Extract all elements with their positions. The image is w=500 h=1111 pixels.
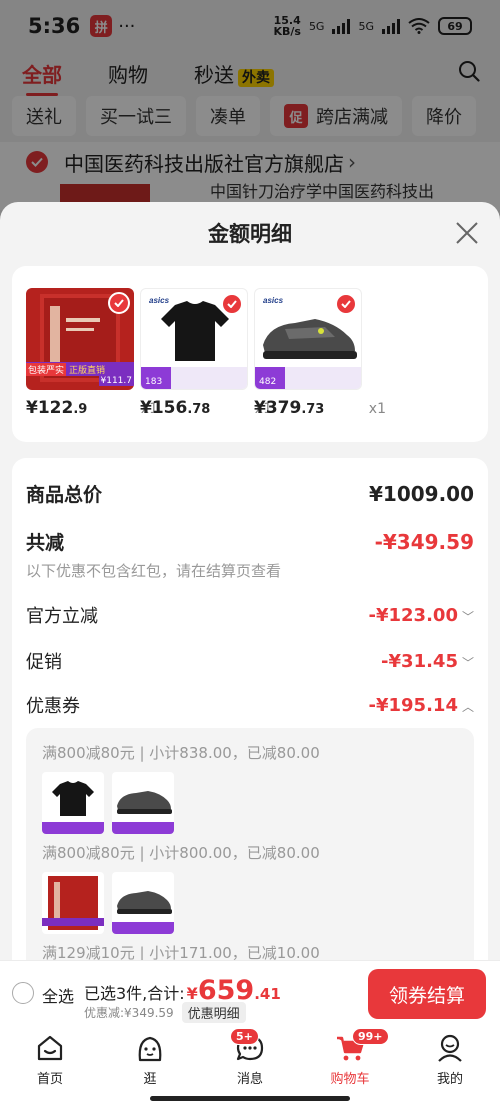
coupon-value: -¥195.14 [368, 694, 458, 716]
shoe-image: asics 482 [254, 288, 362, 390]
discount-summary: 优惠减:¥349.59 [84, 1006, 174, 1020]
svg-text:asics: asics [149, 296, 170, 305]
sheet-header: 金额明细 [0, 202, 500, 264]
mini-shoe-thumb [112, 872, 174, 934]
sheet-title: 金额明细 [208, 222, 292, 246]
checkout-bar: 全选 已选3件,合计: ¥ 659 .41 优惠减:¥349.59 优惠明细 领… [0, 960, 500, 1026]
total-discount-label: 共减 [26, 532, 65, 554]
chevron-up-icon: ︿ [461, 699, 474, 714]
mini-shoe-thumb [112, 772, 174, 834]
discount-note: 以下优惠不包含红包，请在结算页查看 [26, 562, 282, 580]
tag-packaging: 包装严实 [26, 362, 67, 376]
book-image: 包装严实 正版直销 ¥111.7 [26, 288, 134, 390]
select-all-radio[interactable] [12, 982, 34, 1004]
summary-label: 已选3件,合计: [84, 984, 185, 1003]
total-price-row: 商品总价 ¥1009.00 [26, 480, 474, 507]
promotion-value: -¥31.45 [381, 650, 458, 672]
tag-genuine: 正版直销 [69, 365, 106, 376]
chevron-down-icon: ﹀ [461, 609, 474, 624]
nav-home[interactable]: 首页 [0, 1026, 100, 1111]
currency-symbol: ¥ [186, 984, 198, 1003]
promotion-label: 促销 [26, 652, 62, 673]
promotion-row[interactable]: 促销 -¥31.45 ﹀ [26, 648, 474, 674]
message-badge: 5+ [230, 1028, 259, 1045]
checkout-button[interactable]: 领券结算 [368, 969, 486, 1019]
official-discount-row[interactable]: 官方立减 -¥123.00 ﹀ [26, 602, 474, 628]
total-price-label: 商品总价 [26, 484, 103, 506]
mini-book-thumb [42, 872, 104, 934]
home-icon [37, 1035, 63, 1061]
selected-check-icon[interactable] [108, 292, 130, 314]
coupon-line: 满800减80元 | 小计838.00，已减80.00 [42, 744, 320, 762]
official-discount-label: 官方立减 [26, 606, 98, 627]
cart-badge: 99+ [352, 1028, 389, 1045]
chevron-down-icon: ﹀ [461, 655, 474, 670]
profile-icon [438, 1034, 462, 1062]
official-discount-value: -¥123.00 [368, 604, 458, 626]
product-price: ¥379.73 [254, 398, 325, 418]
product-item-shoe[interactable]: asics 482 ¥379.73 x1 [254, 288, 386, 418]
product-price: ¥122.9 [26, 398, 88, 418]
coupon-row[interactable]: 优惠券 -¥195.14 ︿ [26, 692, 474, 718]
product-item-book[interactable]: 包装严实 正版直销 ¥111.7 ¥122.9 x1 [26, 288, 158, 418]
mini-shirt-thumb [42, 772, 104, 834]
nav-profile[interactable]: 我的 [400, 1026, 500, 1111]
total-discount-row: 共减 -¥349.59 [26, 528, 474, 555]
svg-text:asics: asics [263, 296, 284, 305]
total-discount-value: -¥349.59 [374, 529, 474, 554]
select-all-label[interactable]: 全选 [42, 983, 74, 1007]
product-qty: x1 [368, 401, 386, 417]
discount-detail-button[interactable]: 优惠明细 [181, 1002, 246, 1023]
book-tag-price: ¥111.7 [98, 376, 134, 386]
coupon-label: 优惠券 [26, 696, 80, 717]
home-indicator[interactable] [150, 1096, 350, 1101]
shirt-tag-price: 183 [145, 377, 163, 387]
selected-check-icon[interactable] [221, 293, 243, 315]
product-price: ¥156.78 [140, 398, 211, 418]
shirt-image: asics 183 [140, 288, 248, 390]
shoe-tag-price: 482 [259, 377, 277, 387]
total-amount-dec: .41 [254, 985, 281, 1003]
browse-face-icon [138, 1036, 162, 1062]
total-price-value: ¥1009.00 [368, 481, 474, 506]
close-icon[interactable] [454, 220, 480, 246]
selected-check-icon[interactable] [335, 293, 357, 315]
coupon-line: 满800减80元 | 小计800.00，已减80.00 [42, 844, 320, 862]
product-list-card: 包装严实 正版直销 ¥111.7 ¥122.9 x1 asics 183 ¥15… [12, 266, 488, 442]
product-item-shirt[interactable]: asics 183 ¥156.78 x1 [140, 288, 272, 418]
